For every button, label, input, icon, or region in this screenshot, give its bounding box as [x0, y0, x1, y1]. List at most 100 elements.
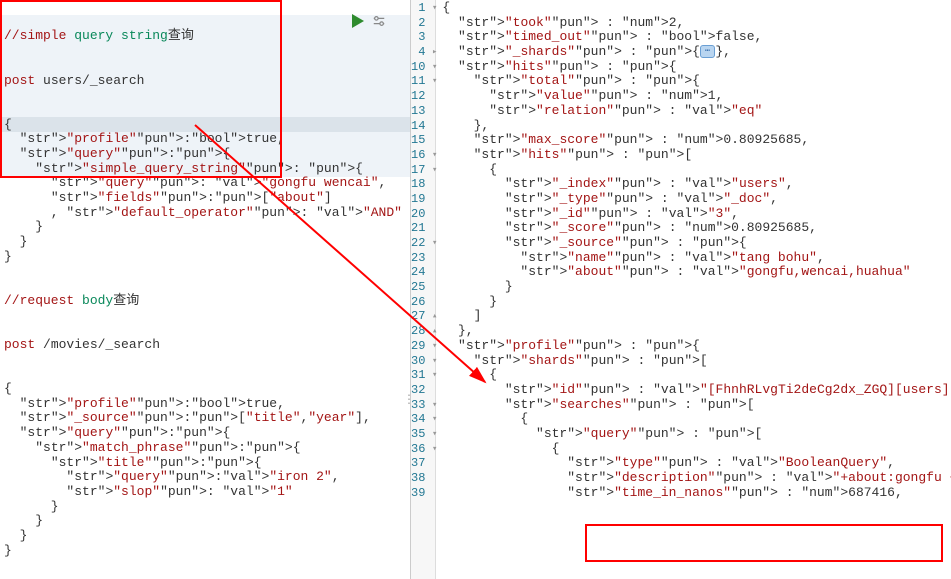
code-line: }: [0, 514, 410, 529]
code-line: "str">"fields""pun">:"pun">["about"]: [0, 191, 410, 206]
code-line: }: [0, 235, 410, 250]
code-line: "str">"timed_out""pun"> : "bool">false,: [442, 30, 951, 45]
code-line: {: [442, 412, 951, 427]
line-number: 22▾: [411, 236, 435, 251]
code-line: "str">"_id""pun"> : "val">"3",: [442, 207, 951, 222]
code-line: "str">"took""pun"> : "num">2,: [442, 16, 951, 31]
line-number: 32: [411, 383, 435, 398]
code-line: "str">"hits""pun"> : "pun">{: [442, 60, 951, 75]
code-line: , "str">"default_operator""pun">: "val">…: [0, 206, 410, 221]
code-line: "str">"_shards""pun"> : "pun">{⋯},: [442, 45, 951, 60]
code-line: }: [0, 529, 410, 544]
code-line: "str">"_score""pun"> : "num">0.80925685,: [442, 221, 951, 236]
response-body[interactable]: { "str">"took""pun"> : "num">2, "str">"t…: [436, 0, 951, 579]
pane-resize-handle[interactable]: ···: [406, 395, 412, 407]
line-number: 13: [411, 104, 435, 119]
code-line: },: [442, 119, 951, 134]
line-number: 19: [411, 192, 435, 207]
code-line: "str">"searches""pun"> : "pun">[: [442, 398, 951, 413]
http-method: post: [4, 337, 35, 352]
request-path: users/_search: [35, 73, 144, 88]
line-number: 10▾: [411, 60, 435, 75]
code-line: "str">"shards""pun"> : "pun">[: [442, 354, 951, 369]
code-line: "str">"query""pun"> : "pun">[: [442, 427, 951, 442]
code-line: "str">"query""pun">:"val">"iron 2",: [0, 470, 410, 485]
code-line: "str">"_type""pun"> : "val">"_doc",: [442, 192, 951, 207]
code-line: "str">"_source""pun">:"pun">["title","ye…: [0, 411, 410, 426]
code-line: "str">"type""pun"> : "val">"BooleanQuery…: [442, 456, 951, 471]
code-line: "str">"profile""pun">:"bool">true,: [0, 132, 410, 147]
code-line: {: [442, 163, 951, 178]
line-number: 20: [411, 207, 435, 222]
request-path: /movies/_search: [35, 337, 160, 352]
code-line: }: [442, 280, 951, 295]
line-number: 36▾: [411, 442, 435, 457]
code-line: "str">"profile""pun"> : "pun">{: [442, 339, 951, 354]
code-line: "str">"query""pun">: "val">"gongfu wenca…: [0, 176, 410, 191]
comment: //simple: [4, 28, 66, 43]
code-line: "str">"_index""pun"> : "val">"users",: [442, 177, 951, 192]
code-line: "str">"title""pun">:"pun">{: [0, 456, 410, 471]
code-line: "str">"match_phrase""pun">:"pun">{: [0, 441, 410, 456]
code-line: "str">"profile""pun">:"bool">true,: [0, 397, 410, 412]
code-line: "str">"_source""pun"> : "pun">{: [442, 236, 951, 251]
response-pane: 1▾234▸10▾11▾1213141516▾17▾1819202122▾232…: [410, 0, 951, 579]
http-method: post: [4, 73, 35, 88]
code-line: {: [0, 118, 410, 133]
line-number: 23: [411, 251, 435, 266]
code-line: "str">"hits""pun"> : "pun">[: [442, 148, 951, 163]
code-line: },: [442, 324, 951, 339]
line-number: 39: [411, 486, 435, 501]
code-line: "str">"query""pun">:"pun">{: [0, 147, 410, 162]
code-line: "str">"time_in_nanos""pun"> : "num">6874…: [442, 486, 951, 501]
request-editor-pane[interactable]: //simple query string查询 post users/_sear…: [0, 0, 410, 579]
line-number: 15: [411, 133, 435, 148]
line-number: 16▾: [411, 148, 435, 163]
code-line: "str">"relation""pun"> : "val">"eq": [442, 104, 951, 119]
code-line: "str">"id""pun"> : "val">"[FhnhRLvgTi2de…: [442, 383, 951, 398]
run-icon[interactable]: [352, 14, 364, 28]
collapsed-badge[interactable]: ⋯: [700, 45, 715, 58]
editor-toolbar: [352, 14, 386, 28]
code-line: }: [0, 544, 410, 559]
line-number-gutter: 1▾234▸10▾11▾1213141516▾17▾1819202122▾232…: [411, 0, 436, 579]
line-number: 28▴: [411, 324, 435, 339]
code-line: "str">"about""pun"> : "val">"gongfu,wenc…: [442, 265, 951, 280]
request-editor[interactable]: //simple query string查询 post users/_sear…: [0, 0, 410, 579]
code-line: }: [0, 500, 410, 515]
code-line: "str">"simple_query_string""pun">: "pun"…: [0, 162, 410, 177]
settings-icon[interactable]: [372, 14, 386, 28]
line-number: 34▾: [411, 412, 435, 427]
line-number: 18: [411, 177, 435, 192]
code-line: ]: [442, 309, 951, 324]
line-number: 37: [411, 456, 435, 471]
code-line: "str">"max_score""pun"> : "num">0.809256…: [442, 133, 951, 148]
code-line: {: [442, 442, 951, 457]
code-line: "str">"slop""pun">: "val">"1": [0, 485, 410, 500]
code-line: "str">"value""pun"> : "num">1,: [442, 89, 951, 104]
line-number: 24: [411, 265, 435, 280]
line-number: 26: [411, 295, 435, 310]
line-number: 30▾: [411, 354, 435, 369]
code-line: }: [0, 250, 410, 265]
line-number: 38: [411, 471, 435, 486]
line-number: 12: [411, 89, 435, 104]
code-line: "str">"query""pun">:"pun">{: [0, 426, 410, 441]
line-number: 25: [411, 280, 435, 295]
line-number: 14: [411, 119, 435, 134]
line-number: 31▾: [411, 368, 435, 383]
line-number: 1▾: [411, 1, 435, 16]
code-line: "str">"description""pun"> : "val">"+abou…: [442, 471, 951, 486]
line-number: 27▴: [411, 309, 435, 324]
code-line: {: [442, 368, 951, 383]
line-number: 35▾: [411, 427, 435, 442]
code-line: "str">"total""pun"> : "pun">{: [442, 74, 951, 89]
line-number: 33▾: [411, 398, 435, 413]
line-number: 17▾: [411, 163, 435, 178]
line-number: 29▾: [411, 339, 435, 354]
code-line: {: [0, 382, 410, 397]
code-line: {: [442, 1, 951, 16]
line-number: 11▾: [411, 74, 435, 89]
code-line: }: [0, 220, 410, 235]
code-line: }: [442, 295, 951, 310]
